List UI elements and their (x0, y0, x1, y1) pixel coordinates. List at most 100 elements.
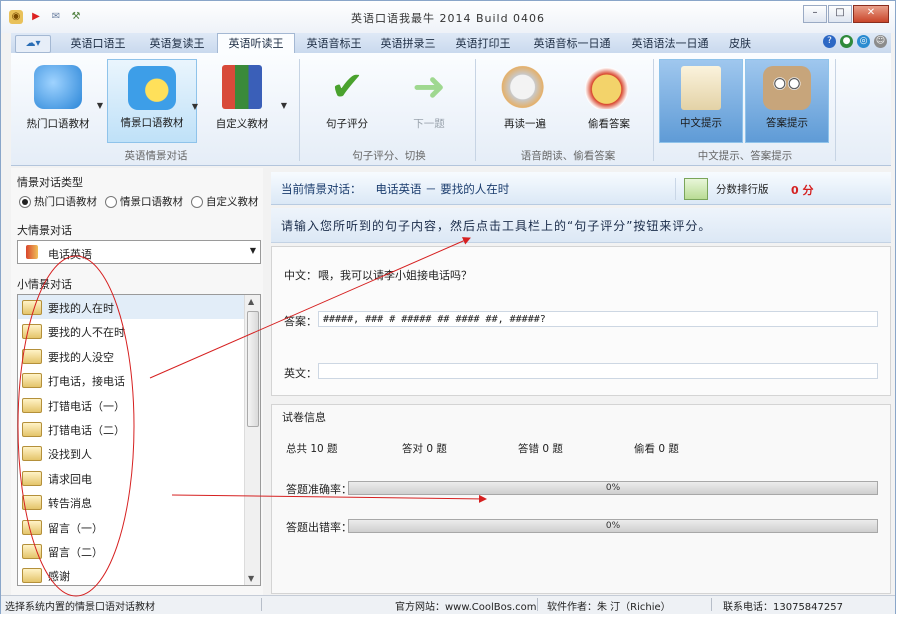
tab-skin[interactable]: 皮肤 (723, 35, 757, 53)
folder-book-icon (22, 519, 42, 535)
tab-record[interactable]: 英语拼录三 (375, 35, 441, 53)
ribbon-separator (299, 59, 300, 161)
ribbon-group-hints: 中文提示、答案提示 (697, 150, 793, 162)
current-scene-header: 当前情景对话： 电话英语 － 要找的人在时 分数排行版 0 分 (271, 172, 891, 205)
read-again-button[interactable]: 再读一遍 (489, 59, 561, 143)
accuracy-progress-bar: 0% (348, 481, 878, 495)
tab-repeat-king[interactable]: 英语复读王 (141, 35, 213, 53)
list-item[interactable]: 转告消息 (18, 490, 260, 514)
chinese-label: 中文： (284, 269, 317, 282)
chinese-hint-button[interactable]: 中文提示 (659, 59, 743, 143)
tab-phonetic-one-day[interactable]: 英语音标一日通 (527, 35, 617, 53)
list-item[interactable]: 打错电话（一） (18, 393, 260, 417)
list-item[interactable]: 要找的人不在时 (18, 319, 260, 343)
tab-grammar-one-day[interactable]: 英语语法一日通 (625, 35, 715, 53)
book-icon (26, 245, 38, 259)
radio-dot[interactable] (19, 195, 31, 208)
custom-materials-button[interactable]: 自定义教材 ▼ (207, 59, 287, 143)
scroll-up-icon[interactable]: ▲ (248, 297, 254, 306)
tab-print-king[interactable]: 英语打印王 (451, 35, 515, 53)
answer-hint-button[interactable]: 答案提示 (745, 59, 829, 143)
folder-book-icon (22, 397, 42, 413)
title-bar: ◉ ▶ ✉ ⚒ 英语口语我最牛 2014 Build 0406 – □ ✕ (1, 1, 895, 33)
list-item[interactable]: 留言（一） (18, 515, 260, 539)
rank-board-button[interactable]: 分数排行版 (675, 178, 769, 200)
status-website: 官方网站：www.CoolBos.com (395, 602, 537, 613)
maximize-button[interactable]: □ (828, 5, 852, 23)
tab-spoken-king[interactable]: 英语口语王 (67, 35, 129, 53)
big-scene-label: 大情景对话 (17, 224, 72, 237)
update-icon[interactable]: ● (840, 35, 853, 48)
status-separator (261, 598, 262, 611)
folder-book-icon (22, 324, 42, 340)
accuracy-label: 答题准确率： (286, 483, 352, 496)
hot-spoken-materials-button[interactable]: 热门口语教材 ▼ (19, 59, 103, 143)
scroll-thumb[interactable] (247, 311, 259, 427)
owl-read-me-icon (763, 66, 811, 110)
error-rate-percent: 0% (605, 521, 621, 531)
english-input[interactable] (318, 363, 878, 379)
chevron-down-icon[interactable]: ▼ (97, 101, 103, 110)
total-questions: 总共 10 题 (286, 443, 338, 455)
list-item[interactable]: 打电话，接电话 (18, 368, 260, 392)
tab-phonetic-king[interactable]: 英语音标王 (301, 35, 367, 53)
next-question-button[interactable]: ➜ 下一题 (393, 59, 465, 143)
chevron-down-icon[interactable]: ▼ (250, 246, 256, 255)
tab-listen-read-king[interactable]: 英语听读王 (217, 33, 295, 54)
folder-book-icon (22, 470, 42, 486)
scroll-down-icon[interactable]: ▼ (248, 574, 254, 583)
smiley-chat-icon (128, 66, 176, 110)
exam-info-box: 试卷信息 总共 10 题 答对 0 题 答错 0 题 偷看 0 题 答题准确率：… (271, 404, 891, 594)
exam-info-title: 试卷信息 (282, 411, 326, 424)
calendar-peek-icon (585, 65, 633, 109)
sentence-score-button[interactable]: ✔ 句子评分 (311, 59, 383, 143)
english-label: 英文： (284, 367, 317, 380)
app-menu-icon[interactable]: ☁▾ (15, 35, 51, 53)
list-item[interactable]: 要找的人没空 (18, 344, 260, 368)
window-title: 英语口语我最牛 2014 Build 0406 (350, 12, 546, 25)
question-box: 中文： 喂，我可以请李小姐接电话吗？ 答案： #####, ### # ####… (271, 246, 891, 396)
app-window: ◉ ▶ ✉ ⚒ 英语口语我最牛 2014 Build 0406 – □ ✕ ☁▾… (0, 0, 896, 614)
radio-scene-materials[interactable]: 情景口语教材 (105, 194, 183, 209)
scene-selector-panel: 情景对话类型 热门口语教材 情景口语教材 自定义教材 大情景对话 电话英语 ▼ … (11, 168, 263, 596)
status-hint: 选择系统内置的情景口语对话教材 (5, 602, 155, 613)
peek-answer-button[interactable]: 偷看答案 (573, 59, 645, 143)
checkmark-icon: ✔ (330, 64, 364, 110)
instruction-text: 请输入您所听到的句子内容，然后点击工具栏上的“句子评分”按钮来评分。 (281, 219, 712, 233)
list-item[interactable]: 没找到人 (18, 441, 260, 465)
scene-spoken-materials-button[interactable]: 情景口语教材 ▼ (107, 59, 198, 143)
radio-dot[interactable] (191, 195, 203, 208)
ribbon-separator (835, 59, 836, 161)
list-item[interactable]: 要找的人在时 (18, 295, 260, 320)
chevron-down-icon[interactable]: ▼ (192, 102, 198, 111)
ribbon-separator (653, 59, 654, 161)
list-item[interactable]: 感谢 (18, 563, 260, 585)
minimize-button[interactable]: – (803, 5, 827, 23)
current-scene-value: 电话英语 － 要找的人在时 (375, 182, 510, 196)
radio-hot-materials[interactable]: 热门口语教材 (19, 194, 97, 209)
close-button[interactable]: ✕ (853, 5, 889, 23)
folder-book-icon (22, 446, 42, 462)
small-scene-list[interactable]: 要找的人在时 要找的人不在时 要找的人没空 打电话，接电话 打错电话（一） 打错… (17, 294, 261, 586)
ribbon-toolbar: 热门口语教材 ▼ 情景口语教材 ▼ 自定义教材 ▼ ✔ 句子评分 ➜ 下一题 再… (11, 53, 891, 166)
user-icon[interactable]: ☺ (874, 35, 887, 48)
folder-book-icon (22, 543, 42, 559)
big-scene-select[interactable]: 电话英语 ▼ (17, 240, 261, 264)
list-item[interactable]: 留言（二） (18, 539, 260, 563)
answer-mask-field: #####, ### # ##### ## #### ##, #####? (318, 311, 878, 327)
globe-icon[interactable]: ◎ (857, 35, 870, 48)
menu-bar: ☁▾ 英语口语王 英语复读王 英语听读王 英语音标王 英语拼录三 英语打印王 英… (11, 33, 891, 54)
list-item[interactable]: 打错电话（二） (18, 417, 260, 441)
list-scrollbar[interactable]: ▲ ▼ (244, 295, 260, 585)
accuracy-percent: 0% (605, 483, 621, 493)
ribbon-group-scene-dialogue: 英语情景对话 (124, 150, 188, 162)
chevron-down-icon[interactable]: ▼ (281, 101, 287, 110)
current-scene-label: 当前情景对话： (281, 182, 362, 196)
folder-book-icon (22, 495, 42, 511)
folder-book-icon (22, 300, 42, 315)
radio-dot[interactable] (105, 195, 117, 208)
help-icon[interactable]: ? (823, 35, 836, 48)
radio-custom-materials[interactable]: 自定义教材 (191, 194, 259, 209)
ribbon-group-read-peek: 语音朗读、偷看答案 (520, 150, 616, 162)
list-item[interactable]: 请求回电 (18, 466, 260, 490)
